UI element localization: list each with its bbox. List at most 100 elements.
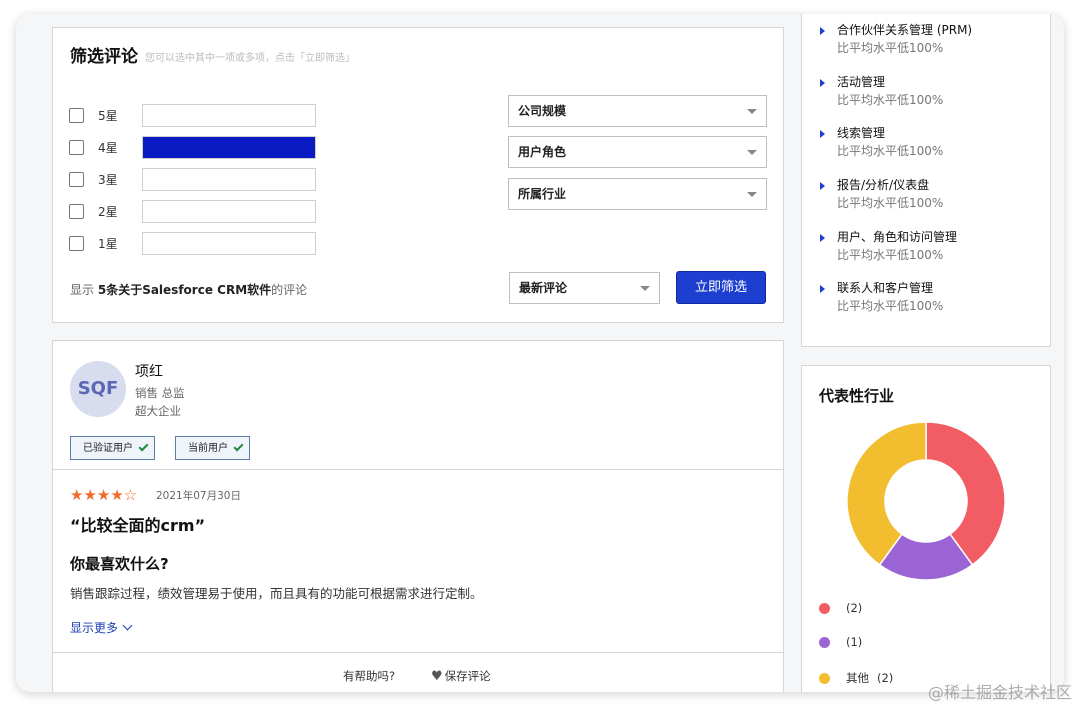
feature-compare: 比平均水平低100% <box>837 93 944 107</box>
feature-name: 活动管理 <box>837 75 886 89</box>
chevron-down-icon <box>747 109 757 114</box>
verified-user-badge: 已验证用户 <box>70 436 155 460</box>
count-prefix: 显示 <box>70 283 95 297</box>
feature-compare: 比平均水平低100% <box>837 248 944 262</box>
bullet-icon <box>820 27 825 35</box>
rating-1-label: 1星 <box>98 236 118 251</box>
feature-compare: 比平均水平低100% <box>837 144 944 158</box>
apply-filter-button[interactable]: 立即筛选 <box>676 271 766 304</box>
rating-row-4: 4星 <box>69 135 316 159</box>
bullet-icon <box>820 79 825 87</box>
current-user-label: 当前用户 <box>188 442 228 454</box>
company-size-select-label: 公司规模 <box>518 104 567 118</box>
rating-1-bar <box>142 231 316 255</box>
divider <box>53 652 783 653</box>
star-rating: ★★★★☆ <box>70 486 137 504</box>
feature-name: 报告/分析/仪表盘 <box>837 178 930 192</box>
current-user-badge: 当前用户 <box>175 436 250 460</box>
rating-2-bar <box>142 199 316 223</box>
legend-count: (2) <box>877 671 894 685</box>
industry-title: 代表性行业 <box>819 387 895 405</box>
user-role-select[interactable]: 用户角色 <box>508 136 767 168</box>
heart-icon: ♥ <box>431 668 443 684</box>
show-more-link[interactable]: 显示更多 <box>70 619 133 636</box>
feature-compare: 比平均水平低100% <box>837 41 944 55</box>
save-review-label: 保存评论 <box>444 669 491 683</box>
avatar: SQF <box>70 361 126 417</box>
legend-item: 其他 (2) <box>819 670 893 686</box>
company-size-select[interactable]: 公司规模 <box>508 95 767 127</box>
bullet-icon <box>820 285 825 293</box>
filter-hint: 您可以选中其中一项或多项，点击「立即筛选」 <box>145 53 355 64</box>
legend-item: (2) <box>819 601 862 615</box>
reviewer-role: 销售 总监 <box>135 386 185 400</box>
show-more-label: 显示更多 <box>70 621 119 635</box>
chevron-down-icon <box>747 150 757 155</box>
sort-select-label: 最新评论 <box>519 281 568 295</box>
legend-count: (2) <box>846 601 863 615</box>
chevron-down-icon <box>640 286 650 291</box>
count-suffix: 的评论 <box>271 283 308 297</box>
user-role-select-label: 用户角色 <box>518 145 567 159</box>
filter-panel: 筛选评论 您可以选中其中一项或多项，点击「立即筛选」 5星 4星 3星 2星 1… <box>52 27 784 323</box>
feature-compare: 比平均水平低100% <box>837 196 944 210</box>
feature-name: 联系人和客户管理 <box>837 281 934 295</box>
question-heading: 你最喜欢什么? <box>70 555 169 573</box>
legend-item: (1) <box>819 635 862 649</box>
industry-panel: 代表性行业 (2) (1) 其他 (2) <box>801 365 1051 692</box>
industry-select-label: 所属行业 <box>518 187 567 201</box>
rating-4-bar <box>142 135 316 159</box>
stars-empty: ☆ <box>123 486 138 504</box>
filter-title: 筛选评论 <box>70 47 138 67</box>
rating-4-bar-fill <box>143 136 315 158</box>
save-review-button[interactable]: ♥ 保存评论 <box>431 668 491 684</box>
review-date: 2021年07月30日 <box>156 490 241 502</box>
review-title: “比较全面的crm” <box>70 516 206 535</box>
rating-5-bar <box>142 103 316 127</box>
rating-row-5: 5星 <box>69 103 316 127</box>
divider <box>53 469 783 470</box>
rating-1-checkbox[interactable] <box>69 235 84 251</box>
feature-name: 线索管理 <box>837 126 886 140</box>
legend-dot <box>819 602 830 614</box>
chevron-down-icon <box>747 192 757 197</box>
helpful-link[interactable]: 有帮助吗? <box>343 668 395 684</box>
rating-row-3: 3星 <box>69 167 316 191</box>
stars-filled: ★★★★ <box>70 486 124 504</box>
features-panel: 合作伙伴关系管理 (PRM) 比平均水平低100% 活动管理 比平均水平低100… <box>801 14 1051 347</box>
watermark: @稀土掘金技术社区 <box>927 683 1072 702</box>
review-answer: 销售跟踪过程，绩效管理易于使用，而且具有的功能可根据需求进行定制。 <box>70 586 483 601</box>
feature-name: 合作伙伴关系管理 (PRM) <box>837 23 973 37</box>
reviewer-name: 项红 <box>135 364 163 380</box>
rating-4-label: 4星 <box>98 140 118 155</box>
feature-compare: 比平均水平低100% <box>837 299 944 313</box>
bullet-icon <box>820 234 825 242</box>
count-bold: 5条关于Salesforce CRM软件 <box>97 283 272 297</box>
legend-label: 其他 <box>846 671 869 685</box>
review-count-text: 显示 5条关于Salesforce CRM软件的评论 <box>70 281 307 298</box>
page-frame: 筛选评论 您可以选中其中一项或多项，点击「立即筛选」 5星 4星 3星 2星 1… <box>16 14 1064 692</box>
rating-5-checkbox[interactable] <box>69 107 84 123</box>
sort-select[interactable]: 最新评论 <box>509 272 660 304</box>
review-card: SQF 项红 销售 总监 超大企业 已验证用户 当前用户 ★★★★☆ 2021年… <box>52 340 784 692</box>
check-icon <box>233 441 244 452</box>
rating-2-label: 2星 <box>98 204 118 219</box>
rating-3-label: 3星 <box>98 172 118 187</box>
rating-2-checkbox[interactable] <box>69 203 84 219</box>
bullet-icon <box>820 182 825 190</box>
rating-3-checkbox[interactable] <box>69 171 84 187</box>
industry-donut-chart <box>846 421 1006 581</box>
industry-select[interactable]: 所属行业 <box>508 178 767 210</box>
rating-row-1: 1星 <box>69 231 316 255</box>
legend-dot <box>819 672 830 684</box>
rating-5-label: 5星 <box>98 108 118 123</box>
rating-4-checkbox[interactable] <box>69 139 84 155</box>
verified-user-label: 已验证用户 <box>83 442 133 454</box>
legend-count: (1) <box>846 635 863 649</box>
legend-dot <box>819 636 830 648</box>
check-icon <box>138 441 149 452</box>
rating-3-bar <box>142 167 316 191</box>
rating-row-2: 2星 <box>69 199 316 223</box>
chevron-down-icon <box>122 620 133 631</box>
feature-name: 用户、角色和访问管理 <box>837 230 958 244</box>
